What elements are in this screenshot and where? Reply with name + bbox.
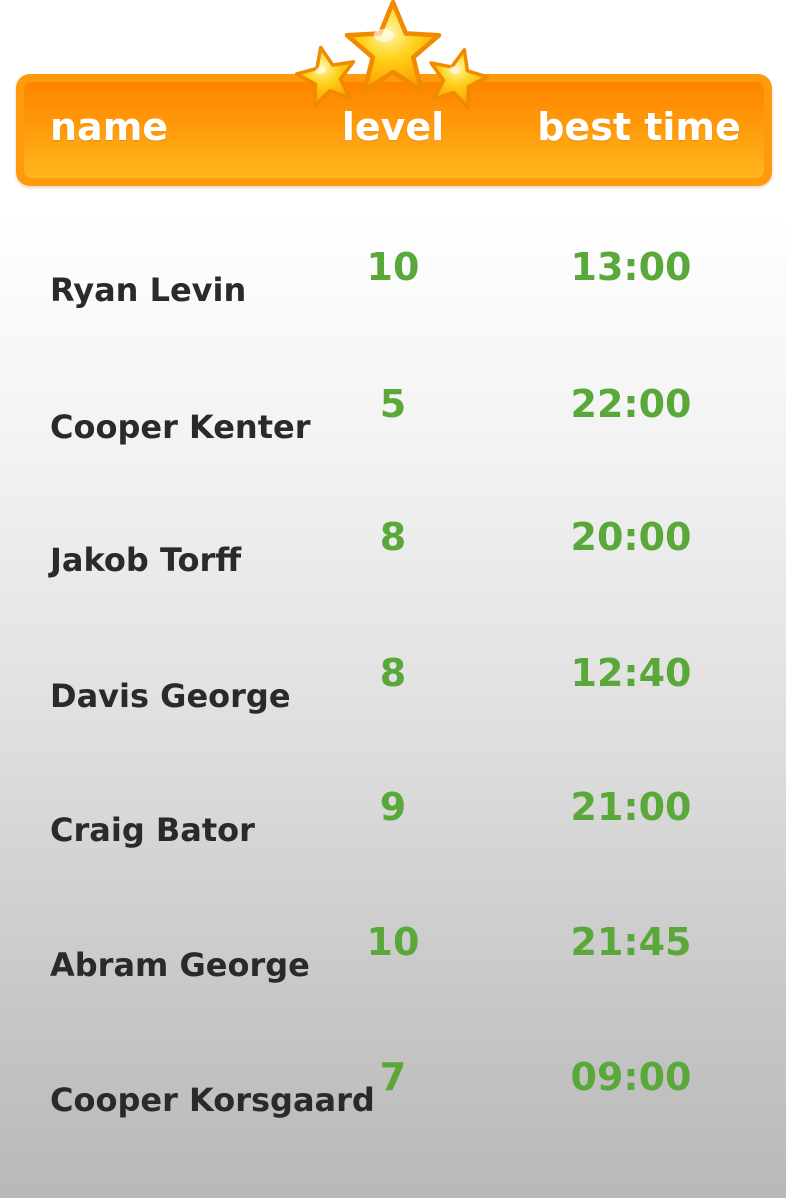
center-star-icon bbox=[344, 0, 442, 93]
player-name: Ryan Levin bbox=[50, 271, 247, 309]
table-row: Cooper Korsgaard 7 09:00 bbox=[0, 1058, 786, 1118]
table-row: Ryan Levin 10 13:00 bbox=[0, 248, 786, 308]
player-name: Abram George bbox=[50, 946, 310, 984]
player-level: 8 bbox=[379, 651, 407, 695]
player-level: 10 bbox=[366, 920, 420, 964]
player-best-time: 21:00 bbox=[570, 785, 692, 829]
table-row: Abram George 10 21:45 bbox=[0, 923, 786, 983]
player-level: 8 bbox=[379, 515, 407, 559]
player-name: Cooper Korsgaard bbox=[50, 1081, 375, 1119]
player-name: Jakob Torff bbox=[50, 541, 242, 579]
header-level-label: level bbox=[341, 105, 445, 149]
table-row: Craig Bator 9 21:00 bbox=[0, 788, 786, 848]
player-best-time: 20:00 bbox=[570, 515, 692, 559]
leaderboard: name level best time Ryan Levin 10 13:00… bbox=[0, 0, 786, 1198]
player-name: Davis George bbox=[50, 677, 291, 715]
table-row: Jakob Torff 8 20:00 bbox=[0, 518, 786, 578]
header-name-label: name bbox=[50, 105, 169, 149]
header-best-time-label: best time bbox=[537, 105, 741, 149]
right-star-icon bbox=[429, 47, 490, 110]
player-level: 5 bbox=[379, 382, 407, 426]
player-best-time: 09:00 bbox=[570, 1055, 692, 1099]
player-best-time: 22:00 bbox=[570, 382, 692, 426]
three-stars-icon bbox=[294, 0, 490, 110]
player-best-time: 12:40 bbox=[570, 651, 692, 695]
player-name: Cooper Kenter bbox=[50, 408, 311, 446]
player-name: Craig Bator bbox=[50, 811, 255, 849]
player-best-time: 13:00 bbox=[570, 245, 692, 289]
player-level: 9 bbox=[379, 785, 407, 829]
table-row: Cooper Kenter 5 22:00 bbox=[0, 385, 786, 445]
player-level: 10 bbox=[366, 245, 420, 289]
player-level: 7 bbox=[379, 1055, 407, 1099]
player-best-time: 21:45 bbox=[570, 920, 692, 964]
table-row: Davis George 8 12:40 bbox=[0, 654, 786, 714]
left-star-icon bbox=[294, 45, 356, 108]
